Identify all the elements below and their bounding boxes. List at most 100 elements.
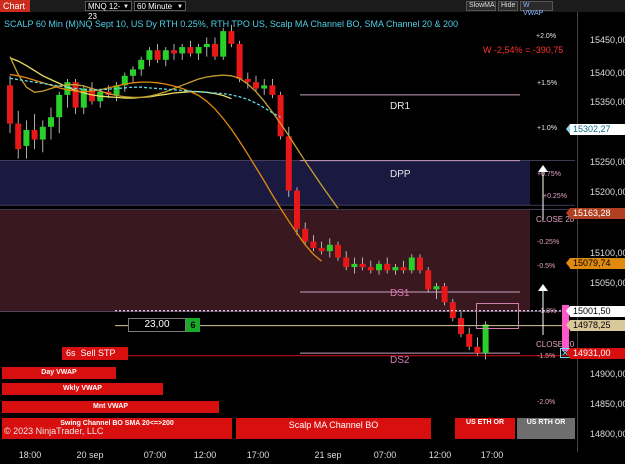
chart-toolbar: Chart MNQ 12-23 ▼ 60 Minute ▼ SlowMA Hide … [0,0,625,21]
candle-down [474,346,481,354]
quantity-counter-badge[interactable]: 6 [186,318,200,332]
time-axis[interactable]: 18:00 20 sep 07:00 12:00 17:00 21 sep 07… [0,448,575,464]
candle-down [154,50,161,60]
candle-up [39,126,46,140]
price-label: 14800,00 [590,429,625,439]
hide-button[interactable]: Hide [498,1,518,11]
pct-label: +1.0% [537,125,558,132]
level-label-dpp: DPP [390,169,411,180]
candle-up [23,129,30,146]
pct-label: -1.5% [537,353,556,360]
candle-down [335,244,341,258]
candle-down [441,286,448,303]
us-rth-or-button[interactable]: US RTH OR [517,418,575,439]
wkly-vwap-button[interactable]: Wkly VWAP [2,383,163,395]
price-label: 15400,00 [590,68,625,78]
pct-label: -0.25% [537,239,560,246]
chart-tab[interactable]: Chart [0,0,30,12]
candle-down [367,267,374,271]
candle-down [318,247,325,252]
price-axis[interactable]: 15450,00 15400,00 15350,00 15250,00 1520… [575,12,625,452]
up-arrow-icon [538,165,548,220]
day-vwap-button[interactable]: Day VWAP [2,367,116,379]
time-label: 07:00 [373,450,397,460]
time-label: 21 sep [314,450,342,460]
w-vwap-button[interactable]: W VWAP [520,1,553,17]
pct-label: -2.0% [537,399,556,406]
candle-up [433,286,440,290]
time-label: 07:00 [143,450,167,460]
change-indicator: W -2,54% = -390,75 [483,45,564,55]
time-label: 12:00 [428,450,452,460]
price-tag-vwap: 15302,27 [566,124,625,135]
candle-up [56,94,63,118]
candle-down [244,78,251,83]
candle-down [466,334,473,347]
candle-down [228,31,235,44]
slowma-button[interactable]: SlowMA [466,1,496,11]
candle-down [277,94,284,137]
price-label: 15250,00 [590,157,625,167]
quantity-input[interactable]: 23,00 [128,318,186,332]
pct-label: -0.5% [537,263,556,270]
candle-up [351,263,358,268]
time-label: 17:00 [246,450,270,460]
price-label: 15350,00 [590,97,625,107]
candle-down [400,267,407,271]
candle-up [195,47,202,54]
candle-up [179,47,186,54]
candle-down [310,241,317,248]
candle-down [425,270,432,290]
time-label: 12:00 [193,450,217,460]
scalp-ma-channel-button[interactable]: Scalp MA Channel BO [236,418,431,439]
candle-down [449,302,456,319]
candle-down [7,85,13,124]
candle-down [72,82,79,108]
candle-down [343,257,350,268]
candle-down [236,43,243,79]
candle-down [359,263,366,268]
pct-label: +1.5% [537,80,558,87]
interval-selector[interactable]: 60 Minute ▼ [134,1,186,11]
candle-up [138,59,145,70]
price-box-marker [476,303,519,329]
candle-up [408,257,415,271]
candle-up [326,244,333,252]
time-label: 18:00 [18,450,42,460]
level-label-ds1: DS1 [390,288,410,299]
zone-band [0,209,530,312]
axis-line [577,12,578,452]
candle-up [203,43,210,48]
sell-stop-order[interactable]: 6s Sell STP [62,347,128,360]
candle-up [261,85,268,89]
chevron-down-icon: ▼ [123,4,129,10]
up-arrow-icon [538,284,548,335]
candle-up [146,50,153,60]
price-label: 15050,00 [590,278,625,288]
price-tag-sma-fast: 15163,28 [566,208,625,219]
candle-up [376,263,382,271]
level-label-ds2: DS2 [390,355,410,366]
candle-down [15,123,22,150]
price-tag-entry: 14978,25 [566,320,625,331]
candle-down [294,190,300,229]
level-label-dr1: DR1 [390,101,411,112]
price-label: 15200,00 [590,187,625,197]
series-line [9,57,232,100]
candle-down [384,263,391,271]
mnt-vwap-button[interactable]: Mnt VWAP [2,401,219,413]
us-eth-or-button[interactable]: US ETH OR [455,418,515,439]
price-label: 15100,00 [590,248,625,258]
candle-down [31,129,38,140]
chart-title: SCALP 60 Min (M)NQ Sept 10, US Dy RTH 0.… [4,19,459,29]
candle-up [162,50,169,60]
price-label: 15450,00 [590,35,625,45]
price-label: 14900,00 [590,369,625,379]
price-label: 14850,00 [590,399,625,409]
candle-down [171,50,177,54]
instrument-selector[interactable]: MNQ 12-23 ▼ [85,1,132,21]
candle-down [212,43,218,57]
candle-down [417,257,423,271]
pct-label: +2.0% [536,33,557,40]
candle-down [302,228,309,242]
